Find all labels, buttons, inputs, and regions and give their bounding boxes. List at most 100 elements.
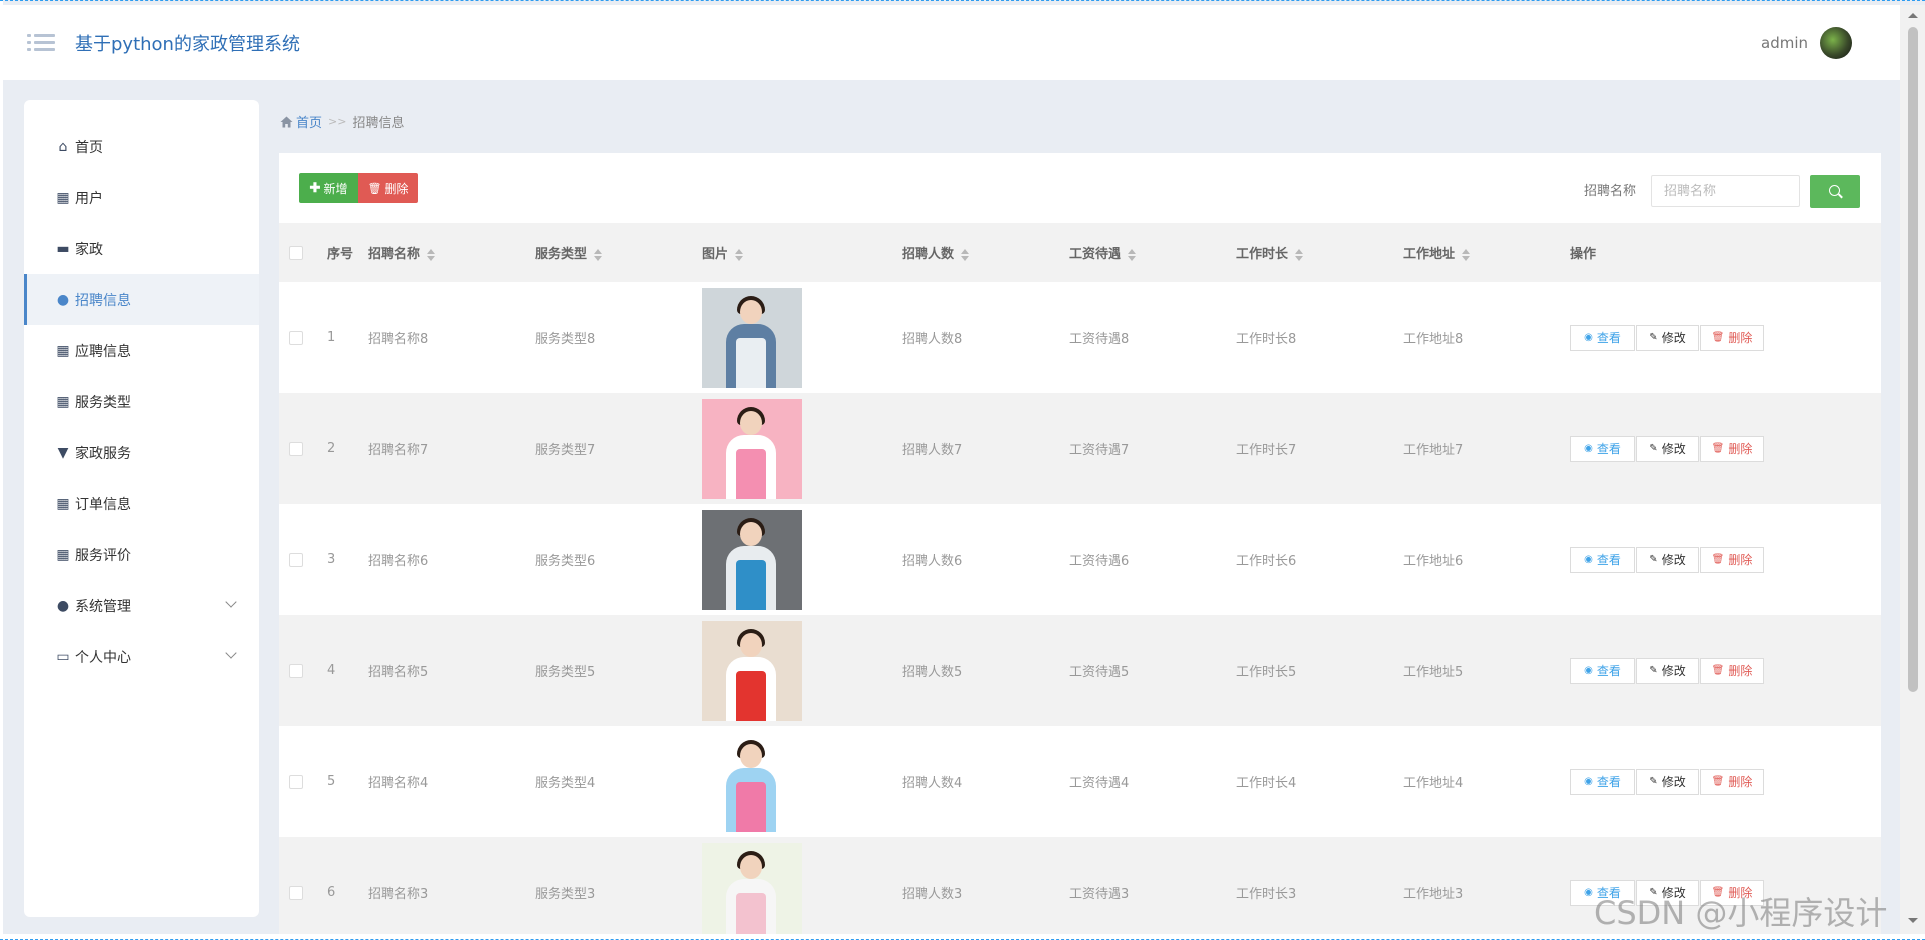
view-button-label: 查看 (1596, 553, 1621, 567)
grid-icon: ▦ (56, 189, 70, 206)
scroll-down-icon[interactable] (1908, 918, 1918, 923)
sort-icon[interactable] (961, 248, 970, 261)
edit-button[interactable]: ✎ 修改 (1636, 879, 1699, 906)
edit-button[interactable]: ✎ 修改 (1636, 435, 1699, 462)
column-header-count[interactable]: 招聘人数 (902, 223, 1069, 282)
sidebar-item-4[interactable]: ▦ 应聘信息 (24, 325, 259, 376)
row-checkbox[interactable] (289, 663, 303, 678)
table-row[interactable]: 6 招聘名称3 服务类型3 招聘人数3 工资待遇3 工作时长3 工作地址3 ◉ 查看 ✎ 修改 🗑 删除 (279, 837, 1881, 940)
sidebar-item-9[interactable]: ● 系统管理 (24, 580, 259, 631)
scrollbar-thumb[interactable] (1908, 27, 1918, 692)
sidebar-item-0[interactable]: ⌂ 首页 (24, 121, 259, 172)
sidebar-item-8[interactable]: ▦ 服务评价 (24, 529, 259, 580)
delete-button[interactable]: 🗑 删除 (1700, 657, 1764, 684)
row-checkbox[interactable] (289, 330, 303, 345)
chevron-down-icon[interactable] (225, 647, 237, 659)
row-checkbox[interactable] (289, 885, 303, 900)
sort-icon[interactable] (1462, 248, 1471, 261)
cell-name: 招聘名称3 (368, 887, 429, 902)
view-button[interactable]: ◉ 查看 (1570, 546, 1635, 573)
housekeeper-photo (702, 731, 802, 832)
cell-salary: 工资待遇6 (1069, 554, 1130, 569)
cell-address: 工作地址8 (1403, 332, 1464, 347)
bulk-delete-label: 删除 (384, 181, 409, 196)
sidebar-item-7[interactable]: ▦ 订单信息 (24, 478, 259, 529)
view-button[interactable]: ◉ 查看 (1570, 879, 1635, 906)
vertical-scrollbar[interactable] (1900, 5, 1925, 934)
trash-icon: 🗑 (1711, 776, 1725, 787)
user-area[interactable]: admin (1761, 26, 1852, 59)
cell-type: 服务类型8 (535, 332, 596, 347)
grid-icon: ▦ (56, 342, 70, 359)
scroll-up-icon[interactable] (1908, 13, 1918, 18)
edit-button[interactable]: ✎ 修改 (1636, 768, 1699, 795)
edit-button-label: 修改 (1661, 442, 1686, 456)
search-button[interactable] (1810, 175, 1860, 208)
sidebar-item-label: 用户 (75, 190, 103, 207)
actions-cell: ◉ 查看 ✎ 修改 🗑 删除 (1570, 282, 1881, 393)
edit-icon: ✎ (1649, 554, 1658, 565)
search-input[interactable] (1651, 175, 1800, 207)
recruitment-table: 序号 招聘名称 服务类型 图片 招聘人数 工资待遇 工作时长 工作地址 操作 1… (279, 223, 1881, 940)
table-row[interactable]: 1 招聘名称8 服务类型8 招聘人数8 工资待遇8 工作时长8 工作地址8 ◉ 查看 ✎ 修改 🗑 删除 (279, 282, 1881, 393)
delete-button-label: 删除 (1728, 442, 1753, 456)
sidebar-item-6[interactable]: ▼ 家政服务 (24, 427, 259, 478)
cell-name: 招聘名称7 (368, 443, 429, 458)
view-button[interactable]: ◉ 查看 (1570, 657, 1635, 684)
delete-button[interactable]: 🗑 删除 (1700, 546, 1764, 573)
bulk-delete-button[interactable]: 🗑 删除 (358, 173, 418, 203)
edit-button[interactable]: ✎ 修改 (1636, 657, 1699, 684)
breadcrumb: 首页 >> 招聘信息 (280, 112, 404, 131)
column-header-photo[interactable]: 图片 (702, 223, 902, 282)
sort-icon[interactable] (427, 248, 436, 261)
sort-icon[interactable] (1128, 248, 1137, 261)
add-button[interactable]: ✚ 新增 (299, 173, 358, 203)
column-header-salary[interactable]: 工资待遇 (1069, 223, 1236, 282)
trash-icon: 🗑 (1711, 443, 1725, 454)
edit-button[interactable]: ✎ 修改 (1636, 546, 1699, 573)
housekeeper-photo (702, 842, 802, 940)
sidebar-item-3[interactable]: ● 招聘信息 (24, 274, 259, 325)
eye-icon: ◉ (1584, 554, 1593, 565)
view-button-label: 查看 (1596, 331, 1621, 345)
delete-button-label: 删除 (1728, 553, 1753, 567)
table-row[interactable]: 3 招聘名称6 服务类型6 招聘人数6 工资待遇6 工作时长6 工作地址6 ◉ 查看 ✎ 修改 🗑 删除 (279, 504, 1881, 615)
table-row[interactable]: 4 招聘名称5 服务类型5 招聘人数5 工资待遇5 工作时长5 工作地址5 ◉ 查看 ✎ 修改 🗑 删除 (279, 615, 1881, 726)
toolbar: ✚ 新增 🗑 删除 招聘名称 (279, 153, 1881, 223)
cell-hours: 工作时长7 (1236, 443, 1297, 458)
view-button[interactable]: ◉ 查看 (1570, 768, 1635, 795)
delete-button[interactable]: 🗑 删除 (1700, 879, 1764, 906)
view-button[interactable]: ◉ 查看 (1570, 324, 1635, 351)
column-header-name[interactable]: 招聘名称 (368, 223, 535, 282)
chevron-down-icon[interactable] (225, 596, 237, 608)
row-checkbox[interactable] (289, 552, 303, 567)
sidebar-item-5[interactable]: ▦ 服务类型 (24, 376, 259, 427)
edit-button-label: 修改 (1661, 331, 1686, 345)
menu-toggle-icon[interactable] (27, 31, 55, 55)
avatar[interactable] (1820, 26, 1852, 59)
username[interactable]: admin (1761, 34, 1808, 52)
breadcrumb-home[interactable]: 首页 (280, 112, 322, 131)
table-row[interactable]: 5 招聘名称4 服务类型4 招聘人数4 工资待遇4 工作时长4 工作地址4 ◉ 查看 ✎ 修改 🗑 删除 (279, 726, 1881, 837)
delete-button[interactable]: 🗑 删除 (1700, 435, 1764, 462)
sidebar-item-2[interactable]: ▬ 家政 (24, 223, 259, 274)
column-header-type[interactable]: 服务类型 (535, 223, 702, 282)
sort-icon[interactable] (1295, 248, 1304, 261)
column-header-hours[interactable]: 工作时长 (1236, 223, 1403, 282)
delete-button[interactable]: 🗑 删除 (1700, 768, 1764, 795)
delete-button[interactable]: 🗑 删除 (1700, 324, 1764, 351)
sidebar-item-1[interactable]: ▦ 用户 (24, 172, 259, 223)
column-header-address[interactable]: 工作地址 (1403, 223, 1570, 282)
sidebar-item-10[interactable]: ▭ 个人中心 (24, 631, 259, 682)
sort-icon[interactable] (735, 248, 744, 261)
edit-icon: ✎ (1649, 665, 1658, 676)
row-checkbox[interactable] (289, 441, 303, 456)
select-all-checkbox[interactable] (289, 245, 303, 260)
sort-icon[interactable] (594, 248, 603, 261)
row-checkbox[interactable] (289, 774, 303, 789)
breadcrumb-home-label[interactable]: 首页 (296, 112, 322, 131)
table-row[interactable]: 2 招聘名称7 服务类型7 招聘人数7 工资待遇7 工作时长7 工作地址7 ◉ 查看 ✎ 修改 🗑 删除 (279, 393, 1881, 504)
sidebar-item-label: 家政服务 (75, 445, 131, 462)
view-button[interactable]: ◉ 查看 (1570, 435, 1635, 462)
edit-button[interactable]: ✎ 修改 (1636, 324, 1699, 351)
